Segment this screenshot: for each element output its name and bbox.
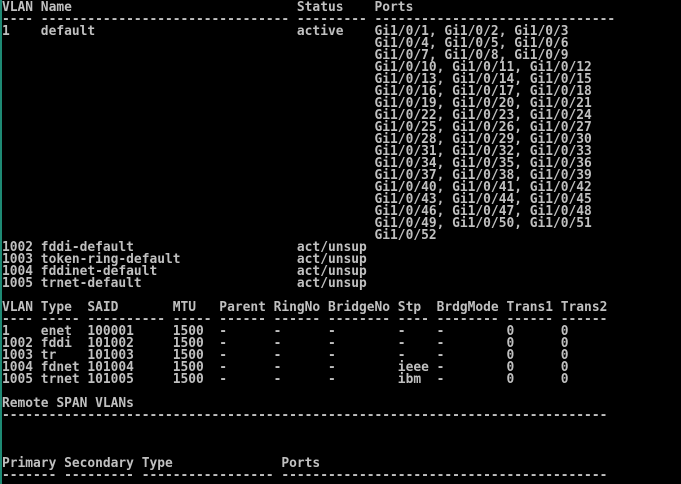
terminal-window[interactable]: VLAN Name Status Ports ---- -------------… — [0, 0, 681, 484]
terminal-line: 1005 trnet-default act/unsup — [2, 276, 367, 291]
terminal-line: ------- --------- ----------------- ----… — [2, 468, 608, 483]
terminal-line: 1005 trnet 101005 1500 - - - ibm - 0 0 — [2, 372, 569, 387]
terminal-output: VLAN Name Status Ports ---- -------------… — [2, 1, 615, 483]
terminal-line: ----------------------------------------… — [2, 408, 608, 423]
